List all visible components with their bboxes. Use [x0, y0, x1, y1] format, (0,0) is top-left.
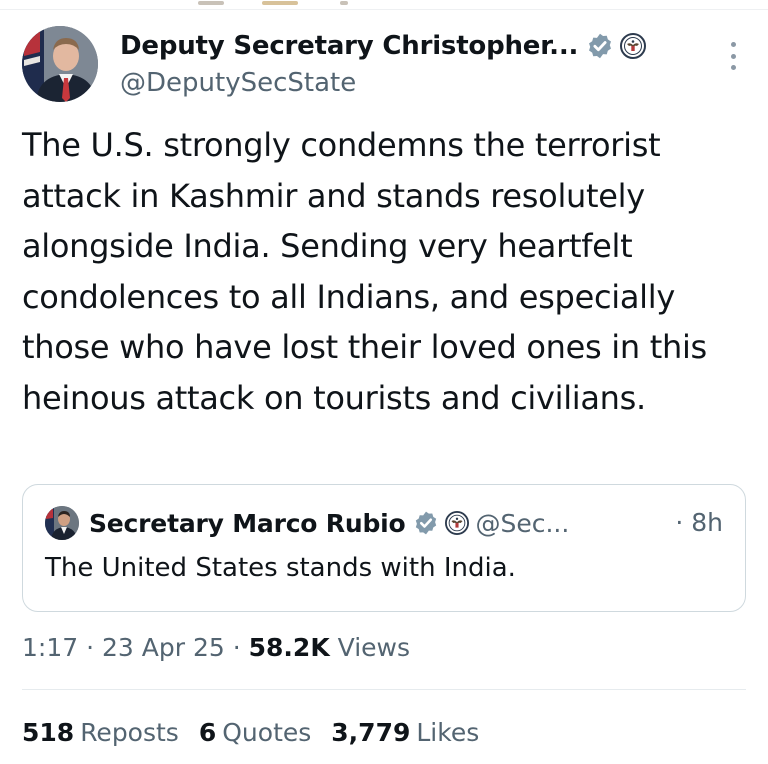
dot — [730, 53, 736, 59]
quoted-author-avatar[interactable] — [45, 506, 79, 540]
divider — [22, 689, 746, 690]
state-department-seal-icon — [445, 511, 470, 535]
engagement-stats: 518 Reposts 6 Quotes 3,779 Likes — [22, 712, 479, 754]
state-department-seal-icon — [620, 33, 647, 59]
cropped-content — [198, 1, 224, 5]
author-handle[interactable]: @DeputySecState — [120, 68, 356, 98]
likes-label: Likes — [416, 718, 480, 747]
verified-badge-icon[interactable] — [586, 32, 614, 60]
verified-badge-icon[interactable] — [413, 510, 439, 536]
author-display-name[interactable]: Deputy Secretary Christopher... — [120, 31, 578, 61]
likes-stat[interactable]: 3,779 Likes — [331, 712, 479, 754]
reposts-stat[interactable]: 518 Reposts — [22, 712, 179, 754]
dot — [730, 65, 736, 70]
quoted-post-text: The United States stands with India. — [45, 553, 516, 583]
author-photo — [22, 26, 98, 102]
quoted-post-card[interactable]: Secretary Marco Rubio @Sec... · 8h The U… — [22, 484, 746, 612]
more-options-icon[interactable] — [728, 42, 738, 70]
quotes-label: Quotes — [222, 718, 312, 747]
views-label: Views — [337, 633, 411, 662]
top-edge-strip — [0, 0, 768, 10]
meta-separator: · — [232, 633, 241, 662]
meta-separator: · — [86, 633, 95, 662]
post-header: Deputy Secretary Christopher... @DeputyS… — [22, 26, 746, 104]
post-time[interactable]: 1:17 — [22, 633, 78, 662]
views-count: 58.2K — [248, 633, 330, 662]
post-date[interactable]: 23 Apr 25 — [102, 633, 225, 662]
post-meta: 1:17 · 23 Apr 25 · 58.2K Views — [22, 628, 410, 668]
quoted-post-time[interactable]: · 8h — [675, 505, 723, 541]
dot — [730, 42, 736, 47]
cropped-content — [340, 1, 348, 5]
reposts-label: Reposts — [80, 718, 179, 747]
quotes-count: 6 — [198, 718, 217, 747]
quoted-post-header: Secretary Marco Rubio @Sec... — [45, 505, 569, 541]
author-avatar[interactable] — [22, 26, 98, 102]
post-body-text: The U.S. strongly condemns the terrorist… — [22, 126, 707, 417]
quoted-author-handle[interactable]: @Sec... — [475, 509, 569, 538]
reposts-count: 518 — [22, 718, 75, 747]
likes-count: 3,779 — [331, 718, 411, 747]
quoted-author-display-name[interactable]: Secretary Marco Rubio — [89, 509, 406, 538]
author-name-row: Deputy Secretary Christopher... — [120, 28, 647, 64]
quotes-stat[interactable]: 6 Quotes — [199, 712, 311, 754]
quoted-author-photo — [45, 506, 79, 540]
cropped-content — [262, 1, 298, 5]
